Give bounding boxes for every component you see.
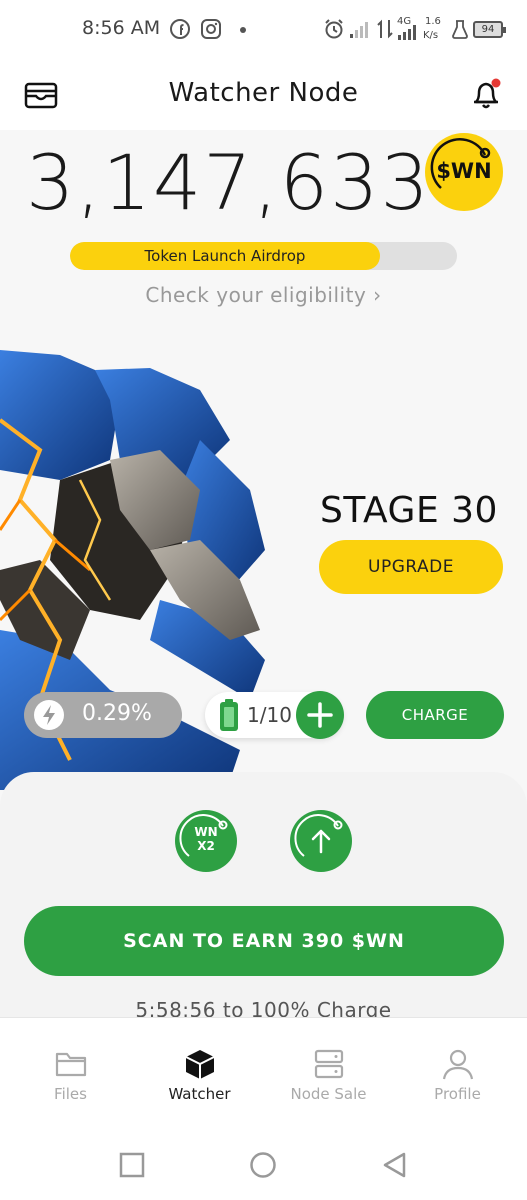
bottom-nav: Files Watcher Node Sale Profile xyxy=(0,1017,527,1130)
wn-badge-label: $WN xyxy=(436,159,492,183)
data-arrows-icon xyxy=(377,19,393,39)
app-header: Watcher Node xyxy=(0,60,527,130)
system-navigation-bar xyxy=(0,1130,527,1200)
boost-upload-button[interactable] xyxy=(290,810,352,872)
plus-icon xyxy=(307,702,333,728)
check-eligibility-link[interactable]: Check your eligibility › xyxy=(0,283,527,307)
wn-token-badge: $WN xyxy=(425,133,503,211)
speed-value: 1.6 xyxy=(425,16,441,27)
nav-item-files[interactable]: Files xyxy=(5,1018,136,1131)
folder-icon xyxy=(55,1052,87,1077)
server-icon xyxy=(314,1049,344,1079)
home-icon[interactable] xyxy=(248,1150,278,1180)
wn-x2-label: WN X2 xyxy=(175,825,237,853)
energy-pill: 0.29% xyxy=(24,692,182,738)
action-sheet xyxy=(0,772,527,1032)
nav-item-node-sale[interactable]: Node Sale xyxy=(263,1018,394,1131)
signal-4g-icon xyxy=(398,25,416,40)
instagram-icon xyxy=(201,19,221,39)
notification-dot xyxy=(491,78,501,88)
upgrade-button[interactable]: UPGRADE xyxy=(319,540,503,594)
page-title: Watcher Node xyxy=(168,78,359,108)
wn-x2-line2: X2 xyxy=(197,839,215,853)
airdrop-progress-label: Token Launch Airdrop xyxy=(144,247,306,265)
token-balance: 3,147,633 xyxy=(26,138,431,227)
bell-icon[interactable] xyxy=(468,76,504,112)
nav-label-files: Files xyxy=(54,1085,87,1103)
status-bar: 8:56 AM 4G 1.6 K/s 94 xyxy=(0,0,527,60)
add-charge-button[interactable] xyxy=(296,691,344,739)
battery-charge-icon xyxy=(220,699,238,731)
cube-icon xyxy=(185,1050,215,1079)
status-time: 8:56 AM xyxy=(82,17,161,39)
scan-to-earn-button[interactable]: SCAN TO EARN 390 $WN xyxy=(24,906,504,976)
nav-label-watcher: Watcher xyxy=(168,1085,231,1103)
battery-icon: 94 xyxy=(473,21,506,38)
person-icon xyxy=(442,1049,474,1080)
signal-icon xyxy=(350,22,368,38)
nav-label-profile: Profile xyxy=(434,1085,481,1103)
more-notifications-dot xyxy=(240,27,246,33)
wn-x2-line1: WN xyxy=(194,825,218,839)
facebook-icon xyxy=(170,19,190,39)
wn-x2-boost-button[interactable]: WN X2 xyxy=(175,810,237,872)
recent-apps-icon[interactable] xyxy=(117,1150,147,1180)
lab-icon xyxy=(452,20,468,39)
charge-button[interactable]: CHARGE xyxy=(366,691,504,739)
nav-item-watcher[interactable]: Watcher xyxy=(134,1018,265,1131)
alarm-icon xyxy=(325,19,343,39)
nav-item-profile[interactable]: Profile xyxy=(392,1018,523,1131)
nav-label-node-sale: Node Sale xyxy=(290,1085,367,1103)
arrow-up-icon xyxy=(294,814,343,857)
stage-title: STAGE 30 xyxy=(320,490,498,531)
lightning-icon xyxy=(34,700,64,730)
back-icon[interactable] xyxy=(380,1150,410,1180)
charges-count: 1/10 xyxy=(247,703,292,727)
energy-percent: 0.29% xyxy=(82,701,152,726)
airdrop-progress-bar: Token Launch Airdrop xyxy=(70,242,457,270)
speed-unit: K/s xyxy=(423,30,439,41)
